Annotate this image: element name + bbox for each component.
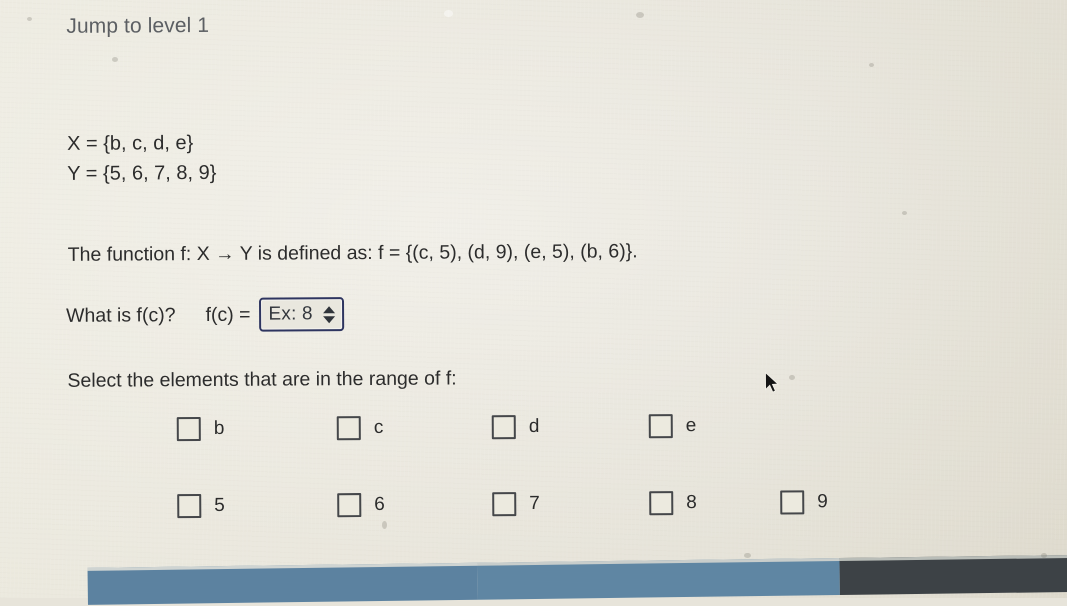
checkbox-row-letters: b c d e [176, 414, 697, 442]
stepper-arrows[interactable] [322, 305, 338, 323]
checkbox-box-7[interactable] [492, 492, 517, 517]
set-definitions: X = {b, c, d, e} Y = {5, 6, 7, 8, 9} [67, 128, 217, 189]
stepper-increment-icon[interactable] [322, 305, 335, 313]
stepper-decrement-icon[interactable] [322, 315, 335, 323]
select-prompt: Select the elements that are in the rang… [67, 367, 457, 392]
checkbox-label-7: 7 [529, 492, 540, 515]
checkbox-box-b[interactable] [176, 417, 201, 442]
checkbox-box-e[interactable] [648, 414, 673, 439]
checkbox-label-e: e [685, 415, 697, 437]
bottom-bar-segment-left[interactable] [87, 562, 478, 605]
set-x-definition: X = {b, c, d, e} [66, 132, 194, 155]
answer-number-stepper[interactable]: Ex: 8 [259, 297, 344, 332]
answer-row: What is f(c)? f(c) = Ex: 8 [66, 297, 344, 333]
checkbox-box-5[interactable] [177, 494, 202, 519]
checkbox-item-e[interactable]: e [648, 414, 697, 439]
arrow-pointer-icon [764, 371, 780, 395]
answer-label: f(c) = [205, 303, 251, 326]
checkbox-box-6[interactable] [337, 493, 362, 518]
exercise-content: Jump to level 1 X = {b, c, d, e} Y = {5,… [0, 0, 1067, 601]
checkbox-box-8[interactable] [649, 491, 674, 516]
question-label: What is f(c)? [66, 303, 176, 327]
bottom-bar-segment-middle[interactable] [477, 558, 840, 600]
checkbox-item-6[interactable]: 6 [337, 492, 492, 518]
function-definition: The function f: X → Y is defined as: f =… [67, 240, 638, 266]
checkbox-box-d[interactable] [491, 415, 516, 440]
checkbox-item-c[interactable]: c [336, 415, 492, 441]
checkbox-item-7[interactable]: 7 [492, 491, 649, 517]
checkbox-item-d[interactable]: d [491, 414, 649, 440]
bottom-bar-segment-right[interactable] [839, 552, 1067, 596]
checkbox-label-8: 8 [686, 492, 697, 514]
page-title: Jump to level 1 [66, 13, 210, 38]
answer-input-placeholder[interactable]: Ex: 8 [268, 303, 322, 325]
checkbox-item-9[interactable]: 9 [780, 490, 828, 515]
checkbox-label-9: 9 [817, 491, 828, 513]
set-y-definition: Y = {5, 6, 7, 8, 9} [67, 161, 217, 185]
checkbox-box-9[interactable] [780, 490, 805, 515]
checkbox-item-8[interactable]: 8 [649, 490, 780, 516]
checkbox-box-c[interactable] [336, 416, 361, 441]
checkbox-label-5: 5 [214, 494, 225, 516]
checkbox-label-b: b [213, 417, 225, 439]
checkbox-label-c: c [373, 416, 384, 438]
checkbox-item-5[interactable]: 5 [177, 493, 337, 519]
checkbox-label-d: d [528, 415, 540, 438]
checkbox-item-b[interactable]: b [176, 416, 337, 442]
checkbox-label-6: 6 [374, 493, 385, 515]
checkbox-row-numbers: 5 6 7 8 9 [177, 490, 828, 519]
